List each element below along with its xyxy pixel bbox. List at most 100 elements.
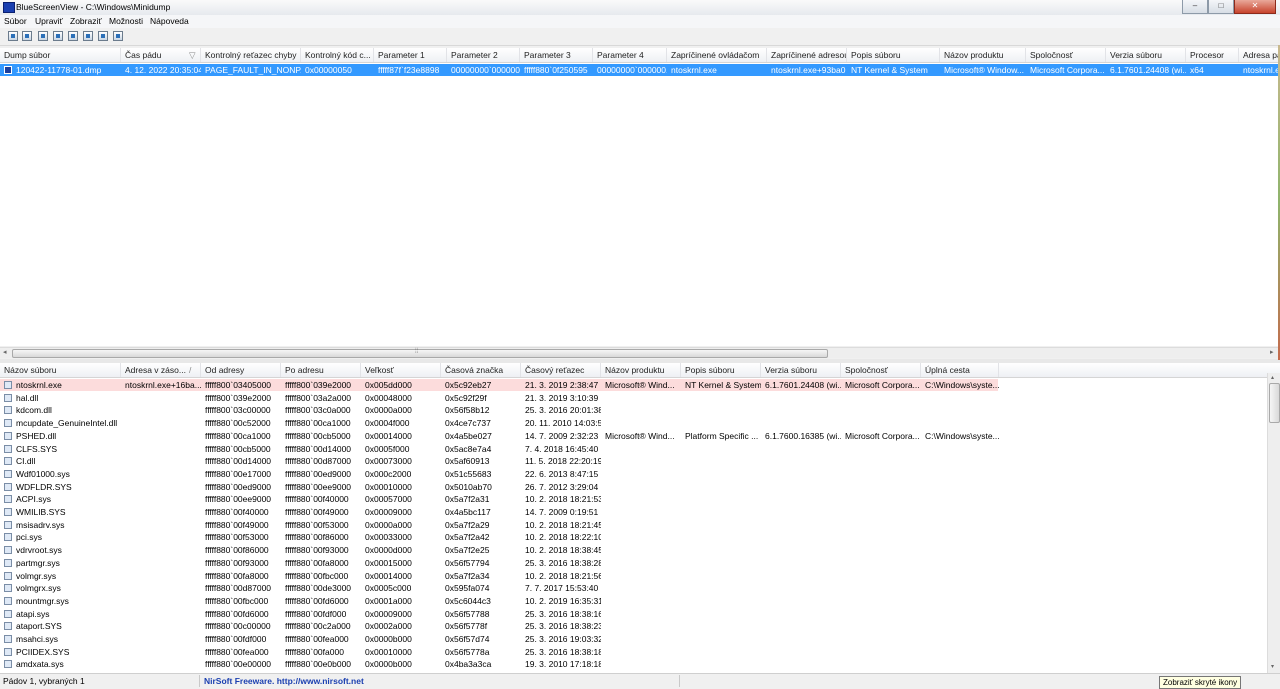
cell-verzia-suboru (761, 557, 841, 569)
column-header-casova-znacka[interactable]: Časová značka (441, 363, 521, 377)
column-header-dump-subor[interactable]: Dump súbor (0, 48, 121, 62)
column-header-popis-suboru[interactable]: Popis súboru (681, 363, 761, 377)
driver-row[interactable]: CLFS.SYS fffff880`00cb5000 fffff880`00d140… (0, 443, 1280, 455)
menu-help[interactable]: Nápoveda (150, 16, 189, 26)
driver-row[interactable]: PCIIDEX.SYS fffff880`00fea000 fffff880`00f… (0, 646, 1280, 658)
cell-po-adresu: fffff880`00f93000 (285, 545, 349, 556)
lower-vertical-scrollbar[interactable]: ▴ ▾ (1267, 373, 1280, 673)
column-header-nazov-produktu[interactable]: Názov produktu (601, 363, 681, 377)
menu-edit[interactable]: Upraviť (35, 16, 63, 26)
column-header-verzia-suboru[interactable]: Verzia súboru (761, 363, 841, 377)
column-header-spolocnost[interactable]: Spoločnosť (1026, 48, 1106, 62)
driver-row[interactable]: kdcom.dll fffff800`03c00000 fffff800`03c0a… (0, 404, 1280, 416)
cell-velkost: 0x00015000 (365, 557, 412, 568)
column-header-parameter-2[interactable]: Parameter 2 (447, 48, 520, 62)
driver-row[interactable]: WMILIB.SYS fffff880`00f40000 fffff880`00f4… (0, 506, 1280, 518)
driver-row[interactable]: ACPI.sys fffff880`00ee9000 fffff880`00f400… (0, 493, 1280, 505)
driver-row[interactable]: PSHED.dll fffff880`00ca1000 fffff880`00cb5… (0, 430, 1280, 442)
cell-casovy-retazec: 25. 3. 2016 20:01:38 (525, 405, 601, 416)
scroll-thumb[interactable] (12, 349, 828, 358)
driver-row[interactable]: atapi.sys fffff880`00fd6000 fffff880`00fdf… (0, 608, 1280, 620)
refresh-icon[interactable] (38, 31, 48, 41)
column-header-po-adresu[interactable]: Po adresu (281, 363, 361, 377)
driver-row[interactable]: mountmgr.sys fffff880`00fbc000 fffff880`00… (0, 595, 1280, 607)
column-header-parameter-3[interactable]: Parameter 3 (520, 48, 593, 62)
driver-row[interactable]: CI.dll fffff880`00d14000 fffff880`00d87000… (0, 455, 1280, 467)
driver-row[interactable]: mcupdate_GenuineIntel.dll fffff880`00c520… (0, 417, 1280, 429)
cell-uplna-cesta (921, 608, 999, 620)
column-header-verzia-suboru[interactable]: Verzia súboru (1106, 48, 1186, 62)
cell-nazov-suboru: partmgr.sys (16, 557, 60, 568)
menu-view[interactable]: Zobraziť (70, 16, 102, 26)
cell-uplna-cesta (921, 392, 999, 404)
cell-nazov-produktu (601, 658, 681, 670)
column-header-popis-suboru[interactable]: Popis súboru (847, 48, 940, 62)
upper-horizontal-scrollbar[interactable]: ◂ ⦙⦙ ▸ (0, 347, 1280, 358)
save-icon[interactable] (22, 31, 32, 41)
cell-popis-suboru (681, 417, 761, 429)
driver-row[interactable]: amdxata.sys fffff880`00e00000 fffff880`00e… (0, 658, 1280, 670)
cell-popis-suboru (681, 646, 761, 658)
cell-nazov-suboru: volmgrx.sys (16, 583, 61, 594)
column-header-casovy-retazec[interactable]: Časový reťazec (521, 363, 601, 377)
column-header-kontrolny-retazec-chyby[interactable]: Kontrolný reťazec chyby (201, 48, 301, 62)
exit-icon[interactable] (113, 31, 123, 41)
scroll-right-icon[interactable]: ▸ (1270, 348, 1274, 356)
cell-adresa-v-zaso (121, 582, 201, 594)
find-icon[interactable] (98, 31, 108, 41)
driver-row[interactable]: ataport.SYS fffff880`00c00000 fffff880`00c… (0, 620, 1280, 632)
cell-casova-znacka: 0x5c6044c3 (445, 595, 491, 606)
cell-po-adresu: fffff880`00f53000 (285, 519, 349, 530)
driver-row[interactable]: partmgr.sys fffff880`00f93000 fffff880`00f… (0, 557, 1280, 569)
options-icon[interactable] (83, 31, 93, 41)
column-header-kontrolny-kod-c[interactable]: Kontrolný kód c... (301, 48, 374, 62)
nirsoft-link[interactable]: NirSoft Freeware. http://www.nirsoft.net (200, 675, 680, 687)
properties-icon[interactable] (68, 31, 78, 41)
cell-popis-suboru (681, 493, 761, 505)
column-header-velkost[interactable]: Veľkosť (361, 363, 441, 377)
column-header-parameter-4[interactable]: Parameter 4 (593, 48, 667, 62)
cell-adresa-v-zaso (121, 531, 201, 543)
cell-po-adresu: fffff880`00de3000 (285, 583, 352, 594)
driver-row[interactable]: Wdf01000.sys fffff880`00e17000 fffff880`00… (0, 468, 1280, 480)
menu-options[interactable]: Možnosti (109, 16, 143, 26)
driver-row[interactable]: hal.dll fffff800`039e2000 fffff800`03a2a00… (0, 392, 1280, 404)
driver-row[interactable]: vdrvroot.sys fffff880`00f86000 fffff880`00… (0, 544, 1280, 556)
cell-velkost: 0x00033000 (365, 532, 412, 543)
driver-file-icon (4, 533, 12, 542)
column-header-od-adresy[interactable]: Od adresy (201, 363, 281, 377)
maximize-button[interactable]: □ (1208, 0, 1234, 14)
driver-row[interactable]: volmgrx.sys fffff880`00d87000 fffff880`00d… (0, 582, 1280, 594)
driver-row[interactable]: WDFLDR.SYS fffff880`00ed9000 fffff880`00ee… (0, 481, 1280, 493)
driver-row[interactable]: ntoskrnl.exe ntoskrnl.exe+16ba... fffff800… (0, 379, 999, 391)
cell-velkost: 0x00010000 (365, 481, 412, 492)
menu-file[interactable]: Súbor (4, 16, 27, 26)
column-header-spolocnost[interactable]: Spoločnosť (841, 363, 921, 377)
cell-adresa-v-zaso (121, 570, 201, 582)
minimize-button[interactable]: – (1182, 0, 1208, 14)
driver-row[interactable]: volmgr.sys fffff880`00fa8000 fffff880`00fb… (0, 570, 1280, 582)
column-header-parameter-1[interactable]: Parameter 1 (374, 48, 447, 62)
cell-nazov-produktu (601, 595, 681, 607)
scroll-left-icon[interactable]: ◂ (3, 348, 7, 356)
scroll-down-icon[interactable]: ▾ (1271, 663, 1274, 670)
column-header-nazov-produktu[interactable]: Názov produktu (940, 48, 1026, 62)
copy-icon[interactable] (53, 31, 63, 41)
driver-row[interactable]: msisadrv.sys fffff880`00f49000 fffff880`00… (0, 519, 1280, 531)
column-header-procesor[interactable]: Procesor (1186, 48, 1239, 62)
column-header-zapricinene-ovladacom[interactable]: Zapríčinené ovládačom (667, 48, 767, 62)
scroll-up-icon[interactable]: ▴ (1271, 374, 1274, 381)
crash-row[interactable]: 120422-11778-01.dmp 4. 12. 2022 20:35:04 P… (0, 64, 1280, 76)
scroll-thumb[interactable] (1269, 383, 1280, 423)
driver-file-icon (4, 647, 12, 656)
cell-uplna-cesta (921, 468, 999, 480)
close-button[interactable]: ✕ (1234, 0, 1276, 14)
cell-nazov-suboru: PSHED.dll (16, 430, 57, 441)
driver-row[interactable]: pci.sys fffff880`00f53000 fffff880`00f8600… (0, 531, 1280, 543)
column-header-uplna-cesta[interactable]: Úplná cesta (921, 363, 999, 377)
html-report-icon[interactable] (8, 31, 18, 41)
column-header-adresa-pa[interactable]: Adresa pá (1239, 48, 1280, 62)
driver-row[interactable]: msahci.sys fffff880`00fdf000 fffff880`00fe… (0, 633, 1280, 645)
column-header-zapricinene-adresou[interactable]: Zapríčinené adresou (767, 48, 847, 62)
column-header-nazov-suboru[interactable]: Názov súboru (0, 363, 121, 377)
